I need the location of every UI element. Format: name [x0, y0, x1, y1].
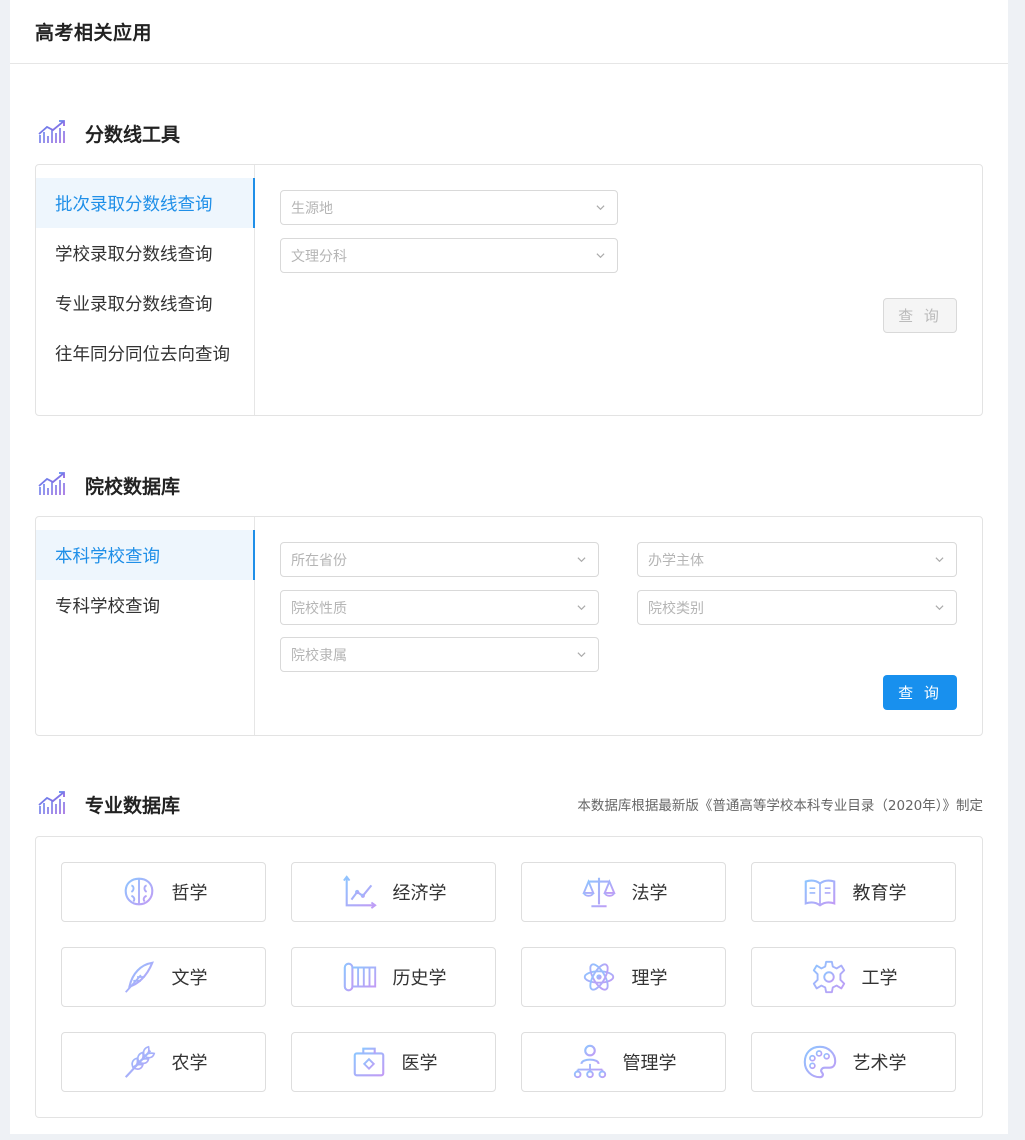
major-db-header: 专业数据库 本数据库根据最新版《普通高等学校本科专业目录（2020年）》制定 [35, 786, 983, 822]
college-db-menu: 本科学校查询 专科学校查询 [36, 517, 255, 735]
menu-item-same-rank[interactable]: 往年同分同位去向查询 [36, 328, 254, 378]
scroll-icon [343, 962, 376, 992]
major-db-note: 本数据库根据最新版《普通高等学校本科专业目录（2020年）》制定 [577, 798, 983, 814]
major-label: 经济学 [392, 883, 447, 904]
medkit-icon [353, 1047, 384, 1077]
chevron-down-icon [596, 253, 605, 259]
major-card-education[interactable]: 教育学 [751, 862, 956, 922]
menu-item-undergrad-school[interactable]: 本科学校查询 [36, 530, 255, 580]
score-tool-title: 分数线工具 [85, 123, 181, 146]
book-icon [804, 879, 835, 907]
major-label: 医学 [401, 1053, 438, 1074]
major-card-engineering[interactable]: 工学 [751, 947, 956, 1007]
affiliation-select-placeholder: 院校隶属 [291, 647, 347, 664]
major-db-title: 专业数据库 [85, 794, 181, 817]
menu-item-junior-college[interactable]: 专科学校查询 [36, 580, 254, 630]
chevron-down-icon [935, 605, 944, 611]
nature-select-placeholder: 院校性质 [291, 600, 347, 617]
menu-item-school-score[interactable]: 学校录取分数线查询 [36, 228, 254, 278]
nature-select[interactable]: 院校性质 [280, 590, 599, 625]
page-header: 高考相关应用 [10, 0, 1008, 64]
major-card-economics[interactable]: 经济学 [291, 862, 496, 922]
operator-select-placeholder: 办学主体 [648, 552, 704, 569]
province-select-placeholder: 所在省份 [291, 552, 347, 569]
scale-icon [581, 877, 616, 908]
major-card-science[interactable]: 理学 [521, 947, 726, 1007]
origin-select-placeholder: 生源地 [291, 200, 333, 217]
wheat-icon [124, 1045, 155, 1078]
brain-icon [124, 877, 153, 906]
menu-item-batch-score[interactable]: 批次录取分数线查询 [36, 178, 255, 228]
major-label: 历史学 [392, 968, 447, 989]
major-label: 文学 [171, 968, 208, 989]
atom-icon [583, 963, 614, 991]
chevron-down-icon [577, 557, 586, 563]
college-query-button[interactable]: 查 询 [883, 675, 957, 710]
page-title: 高考相关应用 [35, 22, 153, 44]
college-db-header: 院校数据库 [35, 467, 983, 503]
province-select[interactable]: 所在省份 [280, 542, 599, 577]
gear-icon [812, 960, 845, 994]
chevron-down-icon [577, 652, 586, 658]
origin-select[interactable]: 生源地 [280, 190, 618, 225]
category-select[interactable]: 院校类别 [637, 590, 957, 625]
college-db-panel: 本科学校查询 专科学校查询 所在省份 办学主体 院校性质 院校类别 院校隶属 查… [35, 516, 983, 736]
chart-icon [342, 875, 377, 909]
app-page: 高考相关应用 分数线工具 批次录取分数线查询 学校录取分数线查询 专业录取分数线… [10, 0, 1008, 1134]
major-db-panel: 哲学 经济学 法学 教育学 文学 历史学 理学 工学 农学 医学 管理学 艺术学 [35, 836, 983, 1118]
major-card-agriculture[interactable]: 农学 [61, 1032, 266, 1092]
chevron-down-icon [577, 605, 586, 611]
major-card-medicine[interactable]: 医学 [291, 1032, 496, 1092]
quill-icon [124, 961, 154, 993]
bar-chart-icon [37, 120, 67, 146]
track-select-placeholder: 文理分科 [291, 248, 347, 265]
score-tool-header: 分数线工具 [35, 115, 983, 151]
major-card-law[interactable]: 法学 [521, 862, 726, 922]
major-label: 法学 [631, 883, 668, 904]
major-label: 哲学 [171, 883, 208, 904]
operator-select[interactable]: 办学主体 [637, 542, 957, 577]
affiliation-select[interactable]: 院校隶属 [280, 637, 599, 672]
chevron-down-icon [596, 205, 605, 211]
major-label: 管理学 [622, 1053, 677, 1074]
major-card-management[interactable]: 管理学 [521, 1032, 726, 1092]
major-label: 教育学 [852, 883, 907, 904]
major-label: 艺术学 [852, 1053, 907, 1074]
major-card-philosophy[interactable]: 哲学 [61, 862, 266, 922]
major-label: 农学 [171, 1053, 208, 1074]
major-card-arts[interactable]: 艺术学 [751, 1032, 956, 1092]
chevron-down-icon [935, 557, 944, 563]
score-tool-menu: 批次录取分数线查询 学校录取分数线查询 专业录取分数线查询 往年同分同位去向查询 [36, 165, 255, 415]
college-db-title: 院校数据库 [85, 475, 181, 498]
track-select[interactable]: 文理分科 [280, 238, 618, 273]
bar-chart-icon [37, 472, 67, 498]
score-query-button[interactable]: 查 询 [883, 298, 957, 333]
major-label: 工学 [861, 968, 898, 989]
palette-icon [803, 1045, 836, 1079]
category-select-placeholder: 院校类别 [648, 600, 704, 617]
major-card-literature[interactable]: 文学 [61, 947, 266, 1007]
bar-chart-icon [37, 791, 67, 817]
menu-item-major-score[interactable]: 专业录取分数线查询 [36, 278, 254, 328]
org-icon [573, 1044, 606, 1079]
major-label: 理学 [631, 968, 668, 989]
major-card-history[interactable]: 历史学 [291, 947, 496, 1007]
score-tool-panel: 批次录取分数线查询 学校录取分数线查询 专业录取分数线查询 往年同分同位去向查询… [35, 164, 983, 416]
